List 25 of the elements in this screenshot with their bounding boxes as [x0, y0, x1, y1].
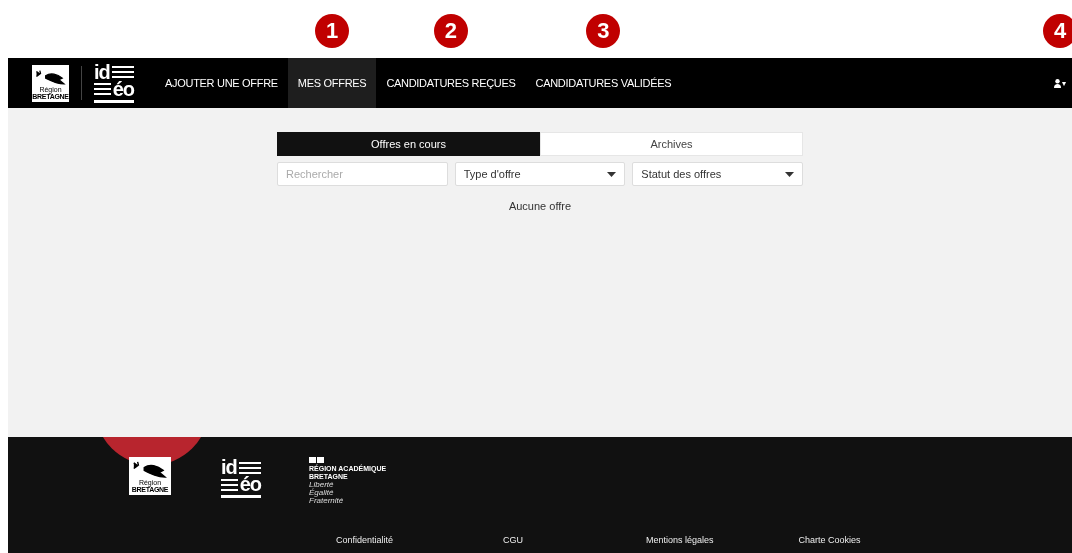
nav-link[interactable]: MES OFFRES	[287, 58, 377, 108]
search-field[interactable]: Rechercher	[277, 162, 448, 186]
nav-link[interactable]: CANDIDATURES REÇUES	[376, 58, 526, 108]
select-dropdown[interactable]: Statut des offres	[632, 162, 803, 186]
user-icon	[1054, 78, 1061, 88]
caret-icon	[607, 171, 617, 177]
footer-link[interactable]: Confidentialité	[336, 535, 394, 545]
number-badge: 3	[586, 14, 621, 48]
user-menu[interactable]: ▾	[1054, 78, 1066, 88]
footer-link[interactable]: CGU	[503, 535, 524, 545]
number-badge: 4	[1043, 14, 1072, 48]
select-dropdown[interactable]: Type d'offre	[454, 162, 626, 186]
number-badge: 1	[315, 14, 350, 48]
ideo-logo: id éo	[94, 63, 134, 103]
ideo-logo: id éo	[221, 459, 261, 498]
caret-icon: ▾	[1062, 78, 1066, 88]
tab[interactable]: Offres en cours	[277, 132, 540, 156]
footer-link[interactable]: Charte Cookies	[798, 535, 861, 545]
empty-message: Aucune offre	[508, 200, 572, 212]
tab[interactable]: Archives	[540, 132, 803, 156]
nav-link[interactable]: AJOUTER UNE OFFRE	[155, 58, 288, 108]
number-badge: 2	[433, 14, 468, 48]
footer-link[interactable]: Mentions légales	[646, 535, 714, 545]
nav-link[interactable]: CANDIDATURES VALIDÉES	[525, 58, 682, 108]
caret-icon	[785, 171, 794, 177]
